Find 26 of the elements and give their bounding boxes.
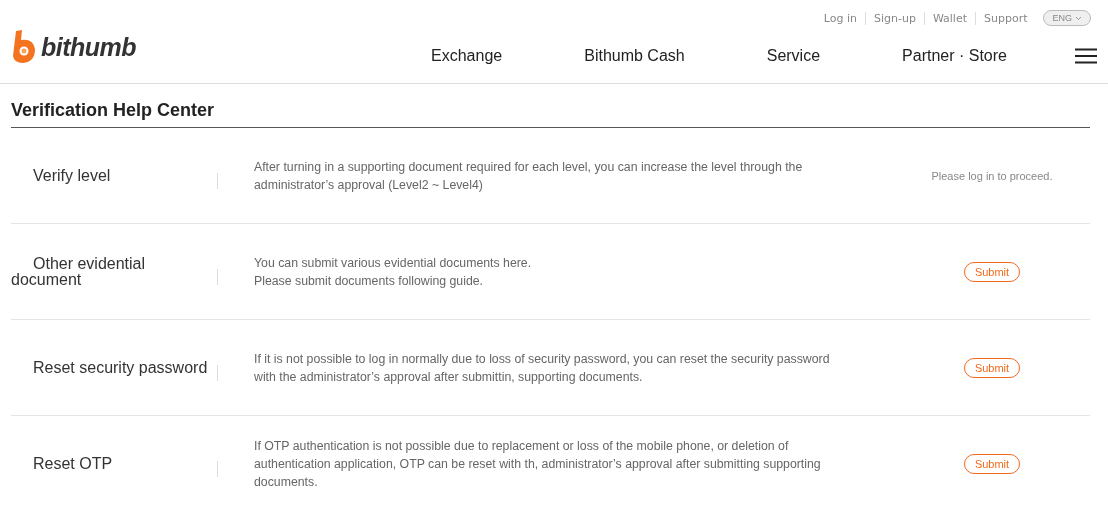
row-title: Other evidential document	[11, 255, 147, 288]
top-link[interactable]: Wallet	[923, 11, 975, 25]
nav-item[interactable]: Partner · Store	[902, 47, 1007, 65]
row-description: If OTP authentication is not possible due to replacement or loss of the mobile phone, or deletion of authentication application, OTP can be reset with th, administrator’s approval after submitting supporting documents.	[254, 437, 822, 491]
row-title: Reset OTP	[32, 455, 114, 472]
row-description: After turning in a supporting document required for each level, you can increase the level through the administrator’s approval (Level2 ~ Level4)	[254, 158, 804, 194]
row-description: You can submit various evidential documents here. Please submit documents following guide.	[254, 254, 533, 290]
row-description: If it is not possible to log in normally due to loss of security password, you can reset the security password with the administrator’s approval after submittin, supporting documents.	[254, 350, 831, 386]
submit-button[interactable]: Submit	[963, 357, 1021, 378]
top-link[interactable]: Log in	[815, 11, 865, 25]
caret-icon	[1075, 15, 1082, 21]
language-selector[interactable]: ENG	[1043, 10, 1091, 26]
logo-icon	[11, 30, 37, 64]
row-title: Verify level	[32, 167, 112, 184]
submit-button[interactable]: Submit	[963, 261, 1021, 282]
row-title: Reset security password	[32, 359, 209, 376]
nav-item[interactable]: Service	[766, 47, 821, 65]
page-title: Verification Help Center	[11, 100, 1090, 128]
submit-button[interactable]: Submit	[963, 453, 1021, 474]
nav-item[interactable]: Exchange	[431, 47, 503, 65]
top-link[interactable]: Support	[975, 11, 1036, 25]
logo-text[interactable]: bithumb	[41, 32, 137, 62]
nav-item[interactable]: Bithumb Cash	[584, 47, 685, 65]
top-link[interactable]: Sign-up	[864, 11, 924, 25]
menu-icon[interactable]	[1075, 48, 1097, 64]
login-note: Please log in to proceed.	[931, 169, 1053, 182]
